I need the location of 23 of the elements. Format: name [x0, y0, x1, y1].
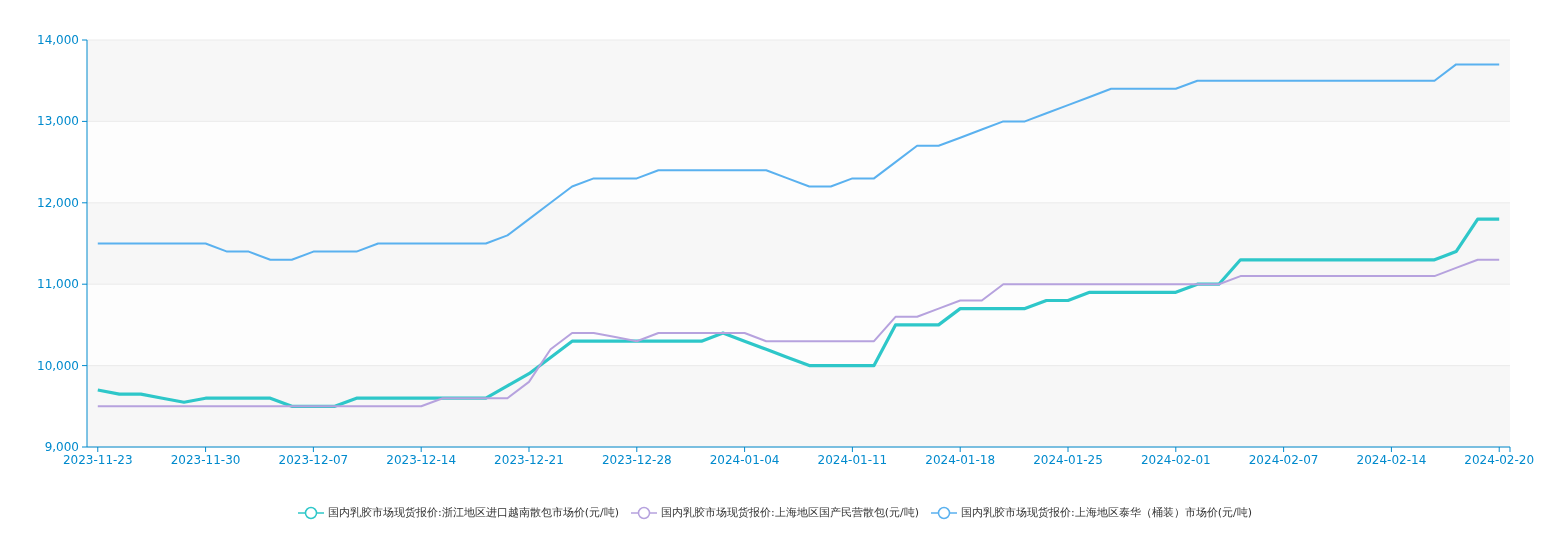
axis-label: 14,000 [37, 33, 79, 47]
axis-label: 2023-12-28 [601, 453, 672, 467]
axis-label: 9,000 [44, 440, 79, 454]
axis-label: 12,000 [37, 195, 79, 210]
legend-item[interactable]: 国内乳胶市场现货报价:上海地区泰华（桶装）市场价(元/吨) [931, 505, 1252, 520]
legend-item[interactable]: 国内乳胶市场现货报价:上海地区国产民营散包(元/吨) [631, 505, 919, 520]
axis-label: 13,000 [37, 114, 79, 129]
axis-label: 2024-02-14 [1356, 453, 1427, 467]
axis-label: 10,000 [37, 358, 79, 373]
axis-label: 2023-12-21 [494, 453, 564, 467]
axis-label: 2023-12-07 [278, 453, 349, 467]
axis-label: 2023-12-14 [386, 453, 457, 467]
axis-label: 11,000 [37, 277, 79, 292]
axis-label: 2024-01-11 [817, 453, 888, 467]
axis-label: 2024-02-01 [1140, 453, 1211, 467]
legend-item[interactable]: 国内乳胶市场现货报价:浙江地区进口越南散包市场价(元/吨) [298, 505, 619, 520]
axis-label: 2024-01-18 [925, 453, 996, 467]
axis-label: 2024-02-07 [1248, 453, 1319, 467]
axis-label: 2023-11-23 [62, 453, 133, 467]
axis-label: 2024-02-20 [1464, 453, 1535, 467]
axis-label: 2024-01-04 [709, 453, 780, 467]
axis-label: 2024-01-25 [1033, 453, 1103, 467]
axis-label: 2023-11-30 [170, 453, 241, 467]
